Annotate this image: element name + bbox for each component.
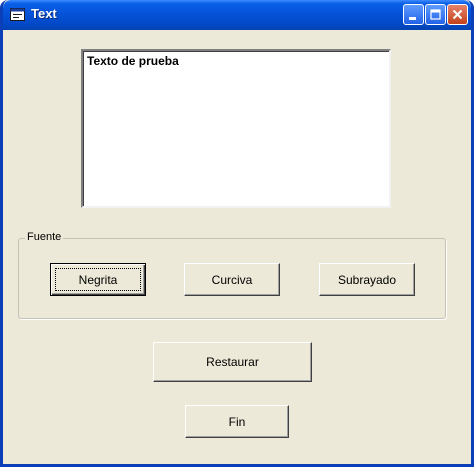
text-box[interactable]: Texto de prueba	[81, 49, 391, 208]
exit-button[interactable]: Fin	[185, 405, 289, 438]
bold-button-label: Negrita	[78, 272, 118, 287]
restore-button[interactable]: Restaurar	[153, 342, 312, 382]
app-icon	[10, 8, 25, 21]
minimize-icon	[409, 17, 416, 20]
underline-button-label: Subrayado	[337, 272, 397, 287]
title-bar[interactable]: Text	[3, 0, 471, 30]
maximize-icon	[430, 9, 441, 20]
close-icon	[452, 9, 463, 20]
client-area: Texto de prueba Fuente Negrita Curciva S…	[3, 30, 471, 464]
app-window: Text Texto de prueba Fuente Negrita Curc…	[0, 0, 474, 467]
underline-button[interactable]: Subrayado	[319, 263, 415, 296]
close-button[interactable]	[447, 4, 468, 25]
minimize-button[interactable]	[403, 4, 424, 25]
italic-button-label: Curciva	[211, 272, 253, 287]
bold-button[interactable]: Negrita	[50, 263, 146, 296]
text-box-content: Texto de prueba	[87, 54, 179, 68]
restore-button-label: Restaurar	[206, 355, 259, 369]
maximize-button[interactable]	[425, 4, 446, 25]
window-title: Text	[31, 6, 57, 21]
exit-button-label: Fin	[228, 414, 246, 429]
italic-button[interactable]: Curciva	[184, 263, 280, 296]
font-group-label: Fuente	[25, 231, 64, 243]
